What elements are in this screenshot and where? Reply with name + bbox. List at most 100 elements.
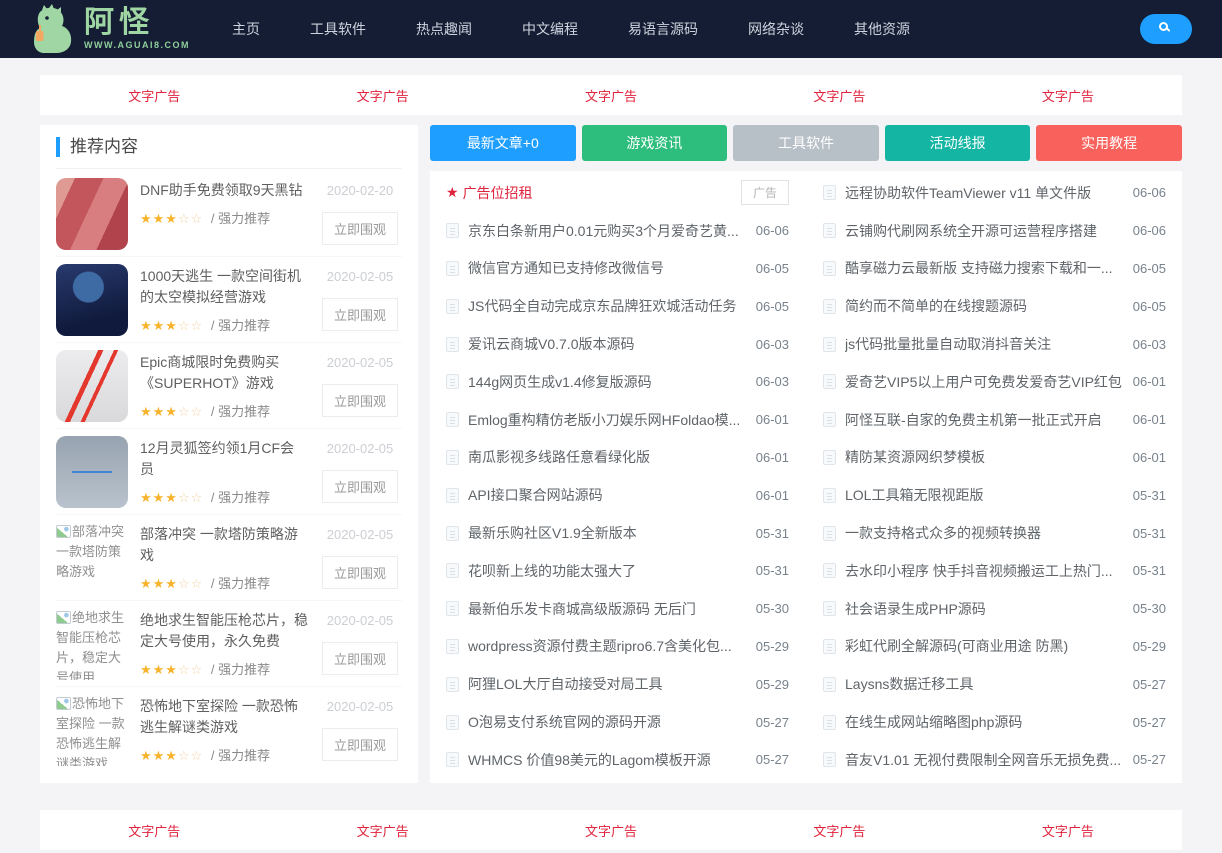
article-row[interactable]: 简约而不简单的在线搜题源码 06-05 (823, 287, 1166, 325)
text-ad-link[interactable]: 文字广告 (954, 75, 1182, 115)
thumbnail-image[interactable] (56, 436, 128, 508)
text-ad-link[interactable]: 文字广告 (40, 75, 268, 115)
article-title[interactable]: 远程协助软件TeamViewer v11 单文件版 (845, 183, 1123, 203)
article-title[interactable]: 社会语录生成PHP源码 (845, 599, 1123, 619)
text-ad-link[interactable]: 文字广告 (725, 75, 953, 115)
ad-slot-row[interactable]: ★ 广告位招租 广告 (446, 174, 789, 212)
thumbnail-image[interactable] (56, 350, 128, 422)
article-row[interactable]: 云铺购代刷网系统全开源可运营程序搭建 06-06 (823, 212, 1166, 250)
article-row[interactable]: 微信官方通知已支持修改微信号 06-05 (446, 250, 789, 288)
article-title[interactable]: O泡易支付系统官网的源码开源 (468, 712, 746, 732)
ad-slot-label[interactable]: 广告位招租 (463, 183, 731, 203)
article-row[interactable]: 最新乐购社区V1.9全新版本 05-31 (446, 514, 789, 552)
view-now-button[interactable]: 立即围观 (321, 470, 398, 503)
thumbnail-image[interactable]: 恐怖地下室探险 一款恐怖逃生解谜类游戏 (56, 694, 128, 766)
article-title[interactable]: 爱讯云商城V0.7.0版本源码 (468, 334, 746, 354)
recommend-title[interactable]: Epic商城限时免费购买《SUPERHOT》游戏 (140, 352, 308, 394)
thumbnail-image[interactable]: 部落冲突 一款塔防策略游戏 (56, 522, 128, 594)
text-ad-link[interactable]: 文字广告 (268, 75, 496, 115)
article-row[interactable]: 南瓜影视多线路任意看绿化版 06-01 (446, 439, 789, 477)
article-title[interactable]: 京东白条新用户0.01元购买3个月爱奇艺黄... (468, 221, 746, 241)
site-logo[interactable]: 阿怪 WWW.AGUAI8.COM (26, 4, 190, 54)
nav-item[interactable]: 工具软件 (310, 0, 366, 58)
nav-item[interactable]: 其他资源 (854, 0, 910, 58)
article-row[interactable]: 精防某资源网织梦模板 06-01 (823, 439, 1166, 477)
article-title[interactable]: 云铺购代刷网系统全开源可运营程序搭建 (845, 221, 1123, 241)
article-row[interactable]: 社会语录生成PHP源码 05-30 (823, 590, 1166, 628)
article-row[interactable]: 爱讯云商城V0.7.0版本源码 06-03 (446, 325, 789, 363)
article-row[interactable]: 阿怪互联-自家的免费主机第一批正式开启 06-01 (823, 401, 1166, 439)
article-title[interactable]: Emlog重构精仿老版小刀娱乐网HFoldao模... (468, 410, 746, 430)
text-ad-link[interactable]: 文字广告 (268, 810, 496, 850)
article-title[interactable]: 音友V1.01 无视付费限制全网音乐无损免费... (845, 750, 1123, 770)
article-title[interactable]: LOL工具箱无限视距版 (845, 485, 1123, 505)
article-title[interactable]: wordpress资源付费主题ripro6.7含美化包... (468, 636, 746, 656)
article-title[interactable]: 去水印小程序 快手抖音视频搬运工上热门... (845, 561, 1123, 581)
thumbnail-image[interactable] (56, 264, 128, 336)
article-row[interactable]: js代码批量批量自动取消抖音关注 06-03 (823, 325, 1166, 363)
nav-item[interactable]: 网络杂谈 (748, 0, 804, 58)
article-row[interactable]: 最新伯乐发卡商城高级版源码 无后门 05-30 (446, 590, 789, 628)
article-row[interactable]: JS代码全自动完成京东品牌狂欢城活动任务 06-05 (446, 287, 789, 325)
search-button[interactable] (1140, 14, 1192, 44)
view-now-button[interactable]: 立即围观 (321, 728, 398, 761)
nav-item[interactable]: 中文编程 (522, 0, 578, 58)
view-now-button[interactable]: 立即围观 (321, 212, 398, 245)
thumbnail-image[interactable] (56, 178, 128, 250)
article-row[interactable]: 花呗新上线的功能太强大了 05-31 (446, 552, 789, 590)
article-title[interactable]: 144g网页生成v1.4修复版源码 (468, 372, 746, 392)
article-row[interactable]: WHMCS 价值98美元的Lagom模板开源 05-27 (446, 741, 789, 779)
article-title[interactable]: 在线生成网站缩略图php源码 (845, 712, 1123, 732)
article-row[interactable]: 京东白条新用户0.01元购买3个月爱奇艺黄... 06-06 (446, 212, 789, 250)
article-title[interactable]: 南瓜影视多线路任意看绿化版 (468, 447, 746, 467)
text-ad-link[interactable]: 文字广告 (497, 75, 725, 115)
article-row[interactable]: Laysns数据迁移工具 05-27 (823, 665, 1166, 703)
text-ad-link[interactable]: 文字广告 (497, 810, 725, 850)
article-row[interactable]: 144g网页生成v1.4修复版源码 06-03 (446, 363, 789, 401)
recommend-title[interactable]: 部落冲突 一款塔防策略游戏 (140, 524, 308, 566)
category-button[interactable]: 实用教程 (1036, 125, 1182, 161)
nav-item[interactable]: 易语言源码 (628, 0, 698, 58)
article-row[interactable]: wordpress资源付费主题ripro6.7含美化包... 05-29 (446, 628, 789, 666)
recommend-title[interactable]: 绝地求生智能压枪芯片，稳定大号使用，永久免费 (140, 610, 308, 652)
article-row[interactable]: 酷享磁力云最新版 支持磁力搜索下载和一... 06-05 (823, 250, 1166, 288)
article-row[interactable]: O泡易支付系统官网的源码开源 05-27 (446, 703, 789, 741)
article-title[interactable]: 花呗新上线的功能太强大了 (468, 561, 746, 581)
article-title[interactable]: JS代码全自动完成京东品牌狂欢城活动任务 (468, 296, 746, 316)
article-title[interactable]: 微信官方通知已支持修改微信号 (468, 258, 746, 278)
article-title[interactable]: 彩虹代刷全解源码(可商业用途 防黑) (845, 636, 1123, 656)
thumbnail-image[interactable]: 绝地求生智能压枪芯片，稳定大号使用 (56, 608, 128, 680)
article-title[interactable]: 酷享磁力云最新版 支持磁力搜索下载和一... (845, 258, 1123, 278)
article-title[interactable]: 最新伯乐发卡商城高级版源码 无后门 (468, 599, 746, 619)
category-button[interactable]: 最新文章+0 (430, 125, 576, 161)
recommend-title[interactable]: 恐怖地下室探险 一款恐怖逃生解谜类游戏 (140, 696, 308, 738)
text-ad-link[interactable]: 文字广告 (725, 810, 953, 850)
article-title[interactable]: 阿狸LOL大厅自动接受对局工具 (468, 674, 746, 694)
view-now-button[interactable]: 立即围观 (321, 298, 398, 331)
article-title[interactable]: 简约而不简单的在线搜题源码 (845, 296, 1123, 316)
article-row[interactable]: Emlog重构精仿老版小刀娱乐网HFoldao模... 06-01 (446, 401, 789, 439)
recommend-title[interactable]: 1000天逃生 一款空间街机的太空模拟经营游戏 (140, 266, 308, 308)
article-title[interactable]: 爱奇艺VIP5以上用户可免费发爱奇艺VIP红包 (845, 372, 1123, 392)
article-row[interactable]: 音友V1.01 无视付费限制全网音乐无损免费... 05-27 (823, 741, 1166, 779)
article-row[interactable]: 远程协助软件TeamViewer v11 单文件版 06-06 (823, 174, 1166, 212)
article-row[interactable]: 爱奇艺VIP5以上用户可免费发爱奇艺VIP红包 06-01 (823, 363, 1166, 401)
view-now-button[interactable]: 立即围观 (321, 556, 398, 589)
category-button[interactable]: 工具软件 (733, 125, 879, 161)
article-row[interactable]: 阿狸LOL大厅自动接受对局工具 05-29 (446, 665, 789, 703)
article-row[interactable]: 一款支持格式众多的视频转换器 05-31 (823, 514, 1166, 552)
nav-item[interactable]: 主页 (232, 0, 260, 58)
recommend-title[interactable]: 12月灵狐签约领1月CF会员 (140, 438, 308, 480)
category-button[interactable]: 游戏资讯 (581, 125, 728, 161)
article-title[interactable]: 最新乐购社区V1.9全新版本 (468, 523, 746, 543)
article-row[interactable]: 彩虹代刷全解源码(可商业用途 防黑) 05-29 (823, 628, 1166, 666)
article-title[interactable]: 阿怪互联-自家的免费主机第一批正式开启 (845, 410, 1123, 430)
article-title[interactable]: 精防某资源网织梦模板 (845, 447, 1123, 467)
category-button[interactable]: 活动线报 (884, 125, 1031, 161)
article-title[interactable]: API接口聚合网站源码 (468, 485, 746, 505)
view-now-button[interactable]: 立即围观 (321, 384, 398, 417)
article-title[interactable]: 一款支持格式众多的视频转换器 (845, 523, 1123, 543)
article-title[interactable]: WHMCS 价值98美元的Lagom模板开源 (468, 750, 746, 770)
article-title[interactable]: js代码批量批量自动取消抖音关注 (845, 334, 1123, 354)
text-ad-link[interactable]: 文字广告 (40, 810, 268, 850)
